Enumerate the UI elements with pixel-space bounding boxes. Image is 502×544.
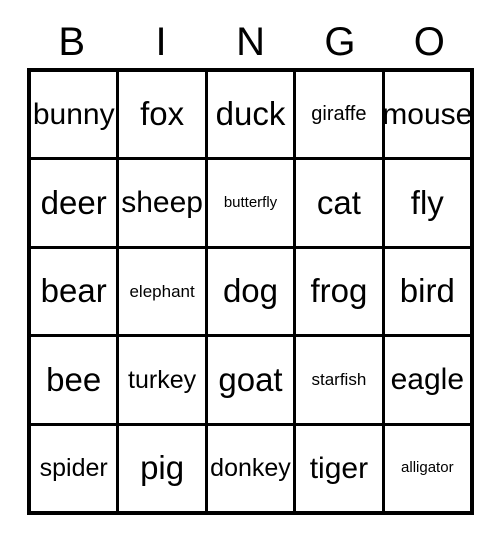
bingo-cell[interactable]: frog bbox=[296, 248, 382, 335]
bingo-cell-label: pig bbox=[140, 448, 185, 486]
bingo-cell[interactable]: elephant bbox=[119, 248, 205, 335]
bingo-cell-label: turkey bbox=[128, 365, 197, 394]
bingo-cell-label: mouse bbox=[384, 97, 470, 131]
header-letter-i: I bbox=[155, 20, 167, 64]
bingo-card: B I N G O bunny fox duck giraffe mouse d… bbox=[0, 0, 502, 544]
bingo-cell-label: bear bbox=[40, 272, 107, 310]
bingo-cell-label: alligator bbox=[401, 459, 454, 477]
bingo-header: B I N G O bbox=[27, 16, 474, 68]
bingo-cell-label: sheep bbox=[121, 186, 203, 220]
header-letter-b: B bbox=[58, 20, 86, 64]
bingo-cell[interactable]: fly bbox=[384, 160, 470, 246]
bingo-cell[interactable]: alligator bbox=[384, 425, 470, 511]
bingo-cell-label: eagle bbox=[390, 363, 464, 397]
bingo-cell-label: duck bbox=[215, 95, 286, 133]
bingo-cell[interactable]: dog bbox=[207, 248, 294, 335]
bingo-cell-label: bird bbox=[399, 272, 455, 310]
bingo-cell[interactable]: donkey bbox=[207, 425, 294, 511]
bingo-cell-label: butterfly bbox=[223, 194, 278, 212]
bingo-cell[interactable]: turkey bbox=[119, 337, 205, 423]
bingo-cell-label: donkey bbox=[210, 454, 291, 483]
bingo-cell[interactable]: sheep bbox=[119, 160, 205, 246]
bingo-cell-label: cat bbox=[316, 183, 361, 221]
bingo-cell-label: frog bbox=[310, 272, 368, 310]
bingo-cell[interactable]: bear bbox=[31, 248, 117, 335]
bingo-cell[interactable]: bee bbox=[31, 337, 117, 423]
bingo-cell-label: deer bbox=[40, 183, 107, 221]
header-letter-g: G bbox=[324, 20, 356, 64]
bingo-cell[interactable]: starfish bbox=[296, 337, 382, 423]
bingo-cell-label: tiger bbox=[309, 451, 369, 485]
bingo-cell-label: spider bbox=[39, 454, 108, 483]
header-letter-o: O bbox=[413, 20, 445, 64]
bingo-cell[interactable]: deer bbox=[31, 160, 117, 246]
bingo-cell[interactable]: giraffe bbox=[296, 72, 382, 158]
bingo-grid: bunny fox duck giraffe mouse deer sheep … bbox=[27, 68, 474, 515]
bingo-cell[interactable]: eagle bbox=[384, 337, 470, 423]
bingo-cell-label: starfish bbox=[311, 369, 367, 389]
bingo-cell-label: elephant bbox=[129, 281, 195, 301]
bingo-cell[interactable]: bird bbox=[384, 248, 470, 335]
bingo-cell[interactable]: tiger bbox=[296, 425, 382, 511]
bingo-cell-label: fly bbox=[410, 183, 444, 221]
bingo-cell[interactable]: butterfly bbox=[207, 160, 294, 246]
bingo-cell[interactable]: pig bbox=[119, 425, 205, 511]
bingo-cell-label: giraffe bbox=[311, 103, 367, 126]
bingo-cell[interactable]: spider bbox=[31, 425, 117, 511]
bingo-cell[interactable]: cat bbox=[296, 160, 382, 246]
bingo-cell[interactable]: fox bbox=[119, 72, 205, 158]
bingo-cell[interactable]: duck bbox=[207, 72, 294, 158]
bingo-cell-label: goat bbox=[218, 360, 283, 398]
header-letter-n: N bbox=[236, 20, 265, 64]
bingo-cell-label: bee bbox=[46, 360, 102, 398]
bingo-cell[interactable]: mouse bbox=[384, 72, 470, 158]
bingo-cell-label: dog bbox=[222, 272, 279, 310]
bingo-cell[interactable]: bunny bbox=[31, 72, 117, 158]
bingo-cell-label: fox bbox=[140, 95, 185, 133]
bingo-cell[interactable]: goat bbox=[207, 337, 294, 423]
bingo-cell-label: bunny bbox=[32, 97, 115, 131]
